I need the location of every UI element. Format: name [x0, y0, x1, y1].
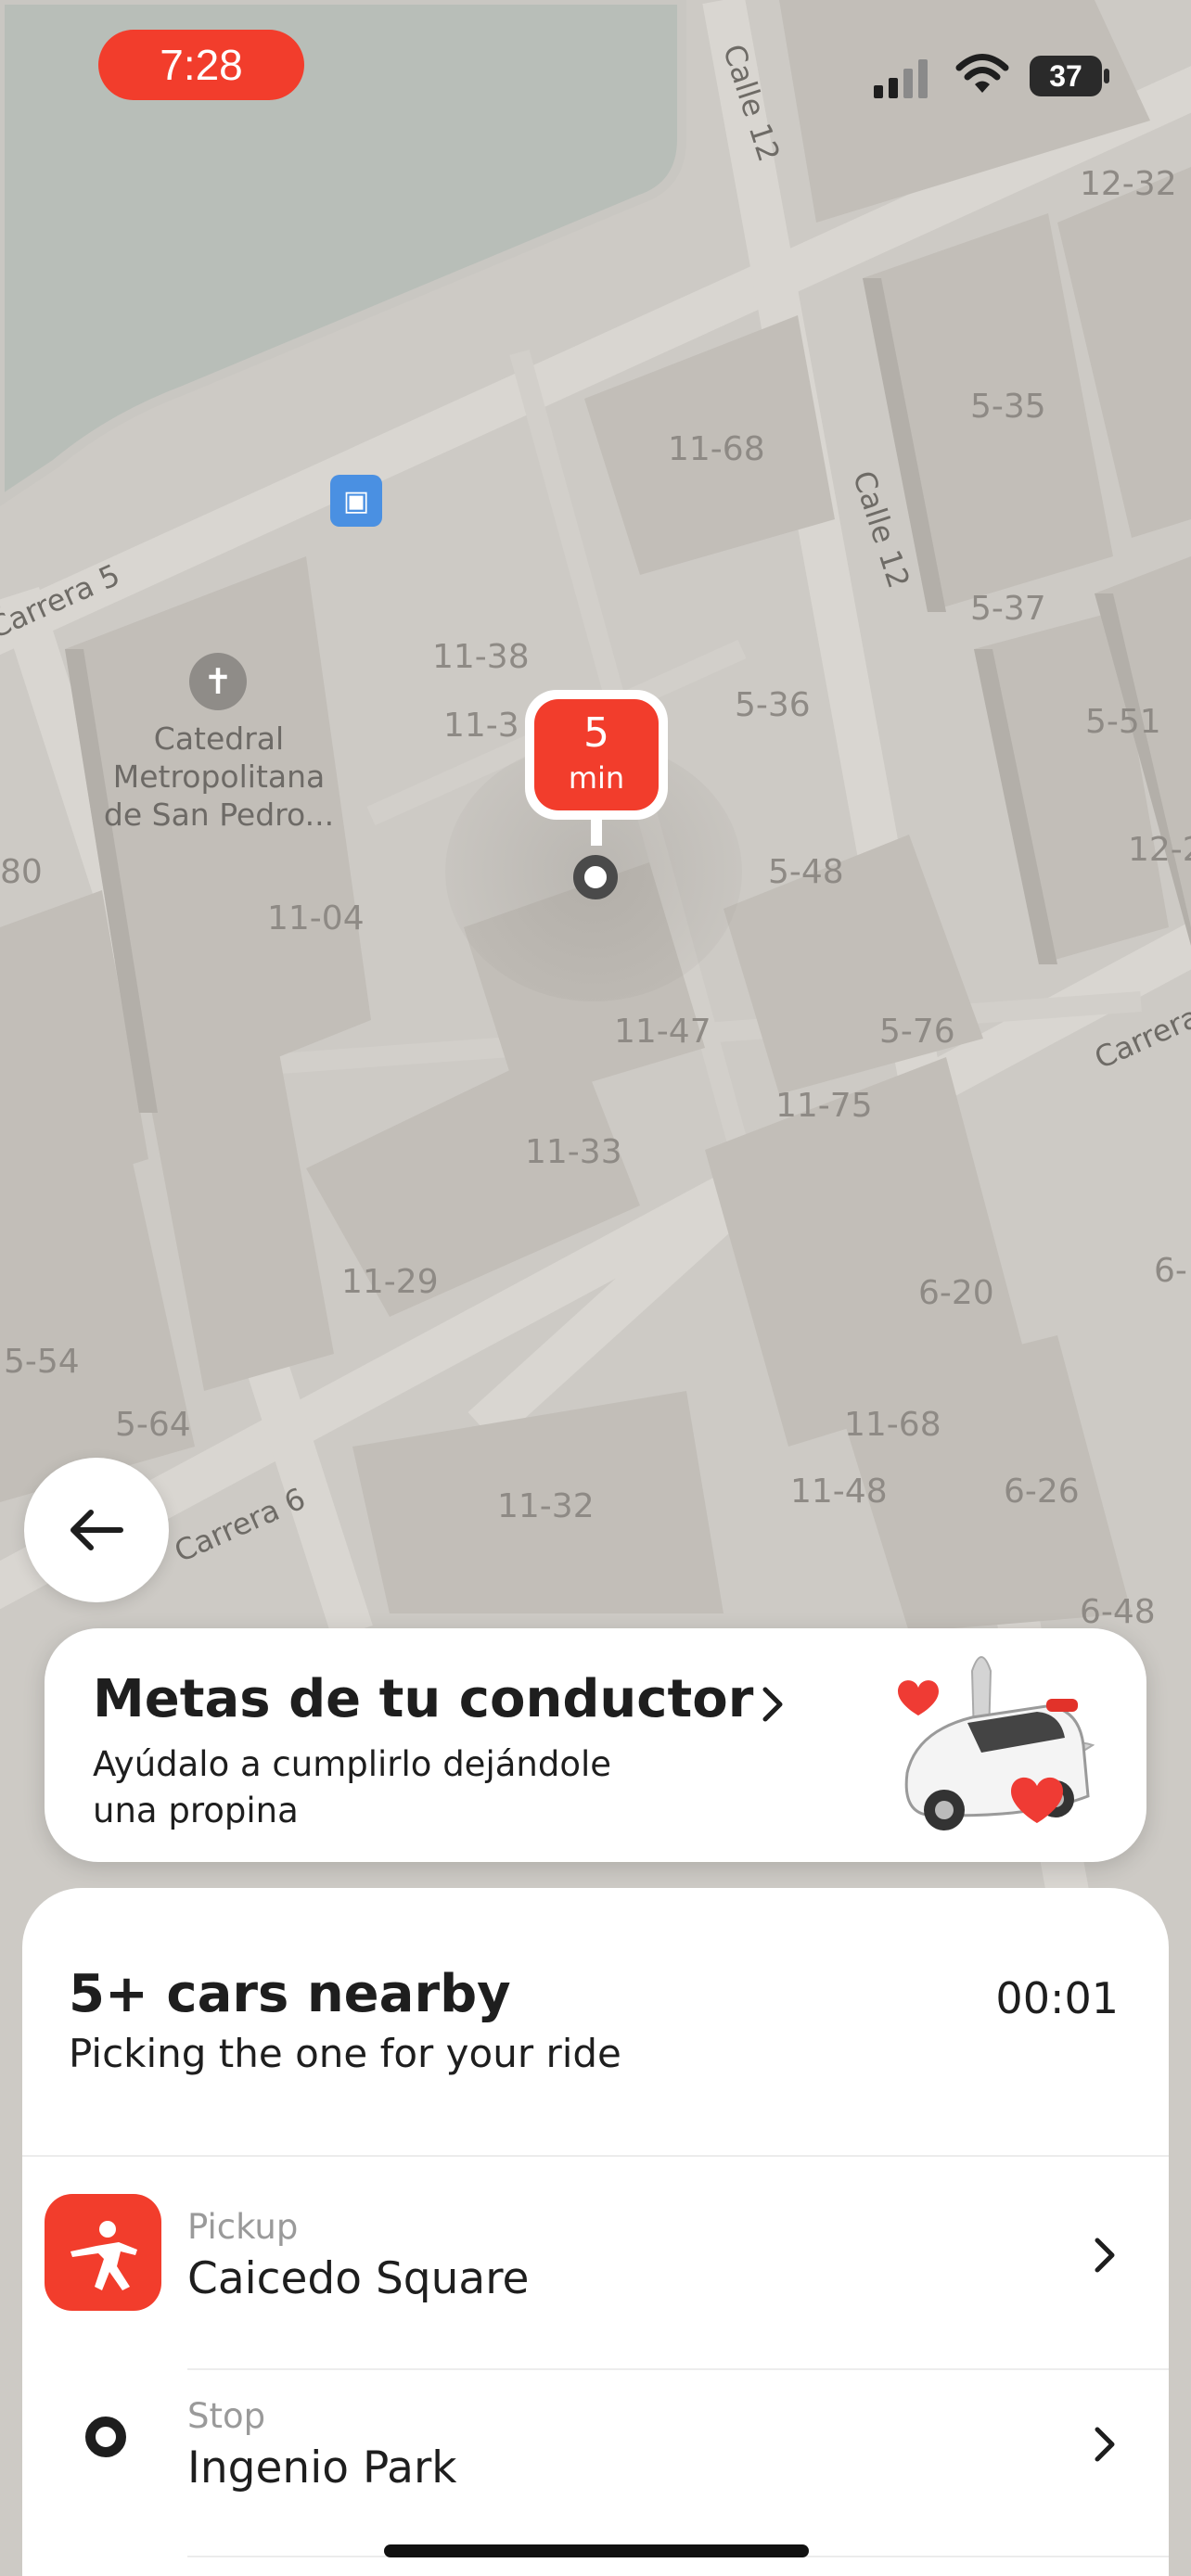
promo-subtitle-line: una propina — [93, 1791, 299, 1830]
building-number: 6-26 — [1004, 1473, 1080, 1511]
eta-pin[interactable]: 5 min — [525, 690, 668, 820]
building-number: 80 — [0, 853, 43, 891]
stop-label: Stop — [187, 2396, 266, 2436]
building-number: 11-75 — [775, 1087, 873, 1125]
eta-pin-stem — [591, 820, 602, 846]
building-number: 11-3 — [443, 707, 519, 745]
wifi-icon — [955, 54, 1009, 93]
chevron-right-icon — [1095, 2427, 1115, 2462]
battery-icon: 37 — [1030, 56, 1109, 96]
building-number: 11-68 — [668, 430, 765, 468]
poi-label[interactable]: Catedral Metropolitana de San Pedro... — [80, 720, 358, 834]
building-number: 11-47 — [614, 1013, 711, 1051]
eta-unit: min — [568, 760, 625, 796]
bus-icon[interactable]: ▣ — [330, 475, 382, 527]
promo-subtitle-line: Ayúdalo a cumplirlo dejándole — [93, 1744, 612, 1784]
poi-name-line: de San Pedro... — [103, 797, 335, 833]
eta-value: 5 — [583, 709, 609, 757]
search-timer: 00:01 — [995, 1973, 1119, 2023]
divider — [187, 2368, 1169, 2370]
building-number: 5-64 — [115, 1406, 191, 1444]
battery-level: 37 — [1030, 56, 1102, 96]
driver-goals-card[interactable]: Metas de tu conductor Ayúdalo a cumplirl… — [45, 1628, 1146, 1862]
building-number: 11-04 — [267, 899, 365, 937]
sheet-title: 5+ cars nearby — [69, 1964, 511, 2024]
poi-name-line: Catedral — [153, 721, 285, 757]
ride-search-sheet: 5+ cars nearby 00:01 Picking the one for… — [22, 1888, 1169, 2576]
car-with-hearts-illustration — [898, 1656, 1095, 1830]
building-number: 11-48 — [790, 1473, 888, 1511]
building-number: 12-32 — [1080, 165, 1177, 203]
back-button[interactable] — [24, 1458, 169, 1602]
stop-circle-icon — [85, 2417, 126, 2457]
status-time: 7:28 — [98, 30, 304, 100]
building-number: 5-37 — [970, 590, 1046, 628]
building-number: 5-35 — [970, 388, 1046, 426]
arrow-left-icon — [70, 1510, 123, 1550]
battery-cap — [1104, 69, 1109, 83]
chevron-right-icon — [762, 1687, 783, 1722]
promo-subtitle: Ayúdalo a cumplirlo dejándole una propin… — [93, 1741, 686, 1834]
pickup-location-dot — [573, 855, 618, 899]
building-number: 11-68 — [844, 1406, 941, 1444]
building-number: 5-36 — [735, 686, 811, 724]
cellular-signal-icon — [874, 59, 928, 98]
building-number: 6- — [1154, 1252, 1187, 1290]
building-number: 5-51 — [1085, 703, 1161, 741]
stop-row[interactable]: Stop Ingenio Park — [22, 2383, 1169, 2569]
stop-address: Ingenio Park — [187, 2442, 457, 2493]
building-number: 5-48 — [768, 853, 844, 891]
pickup-label: Pickup — [187, 2207, 299, 2247]
building-number: 5-54 — [4, 1343, 80, 1381]
pickup-row[interactable]: Pickup Caicedo Square — [22, 2194, 1169, 2379]
person-waving-icon — [45, 2194, 161, 2311]
eta-badge: 5 min — [534, 699, 659, 810]
building-number: 5-76 — [879, 1013, 955, 1051]
sheet-subtitle: Picking the one for your ride — [69, 2031, 621, 2076]
promo-title: Metas de tu conductor — [93, 1669, 754, 1729]
building-number: 11-29 — [341, 1263, 439, 1301]
building-number: 11-38 — [432, 638, 530, 676]
building-number: 6-20 — [918, 1274, 994, 1312]
building-number: 11-33 — [525, 1133, 622, 1171]
building-number: 11-32 — [497, 1487, 595, 1525]
building-number: 6-48 — [1080, 1593, 1156, 1631]
chevron-right-icon — [1095, 2238, 1115, 2273]
poi-name-line: Metropolitana — [112, 759, 326, 795]
building-number: 12-2 — [1128, 831, 1191, 869]
home-indicator[interactable] — [384, 2544, 809, 2557]
pickup-address: Caicedo Square — [187, 2253, 530, 2304]
divider — [22, 2155, 1169, 2157]
cross-icon[interactable]: ✝ — [189, 653, 247, 710]
